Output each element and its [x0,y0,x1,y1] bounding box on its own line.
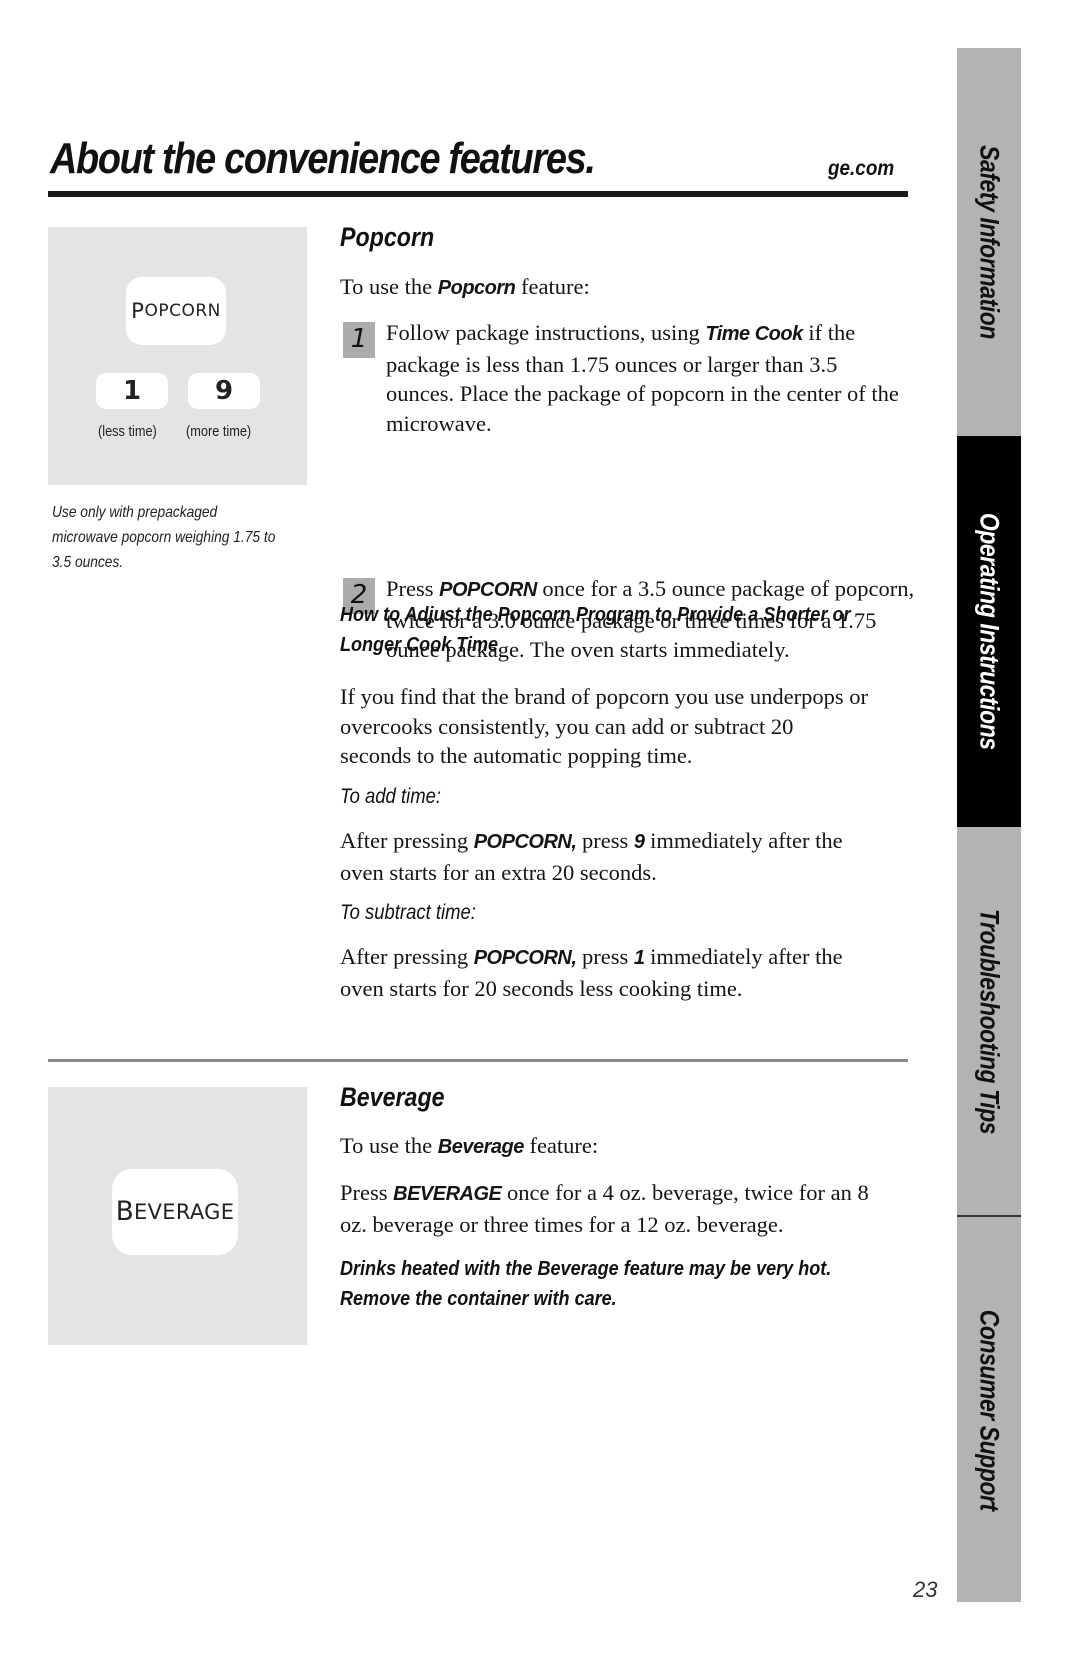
title-rule [48,191,908,197]
popcorn-control-panel: P OPCORN 1 9 (less time) (more time) [48,227,307,485]
adjust-heading: How to Adjust the Popcorn Program to Pro… [340,603,851,656]
time-cook-keyword: Time Cook [705,323,803,345]
intro-text: To use the [340,1133,438,1158]
popcorn-note: Use only with prepackaged microwave popc… [52,504,276,571]
text: After pressing [340,828,474,853]
intro-text-end: feature: [523,1133,599,1158]
beverage-keyword: BEVERAGE [393,1183,502,1205]
subtract-time-text: After pressing POPCORN, press 1 immediat… [340,942,870,1003]
beverage-key-rest: EVERAGE [134,1200,235,1224]
key-1-keyword: 1 [633,947,645,969]
tab-troubleshooting-tips[interactable]: Troubleshooting Tips [957,827,1021,1215]
key-9-keyword: 9 [633,831,645,853]
popcorn-keyword: POPCORN [439,579,537,601]
popcorn-keyword: POPCORN, [473,831,577,853]
page-title: About the convenience features. [50,134,596,183]
intro-text: To use the [340,274,438,299]
subtract-time-label-wrap: To subtract time: [340,901,900,925]
beverage-key: B EVERAGE [112,1169,238,1255]
tab-label: Consumer Support [974,1309,1005,1512]
intro-text-end: feature: [515,274,590,299]
popcorn-keyword: POPCORN, [473,947,577,969]
subtract-time-label: To subtract time: [340,901,476,924]
beverage-instruction: Press BEVERAGE once for a 4 oz. beverage… [340,1178,880,1239]
section-divider [48,1059,908,1062]
add-time-label-wrap: To add time: [340,785,900,809]
tab-operating-instructions[interactable]: Operating Instructions [957,436,1021,827]
tab-label: Safety Information [974,145,1005,339]
popcorn-step-1: 1 Follow package instructions, using Tim… [340,318,910,438]
beverage-heading: Beverage [340,1082,445,1112]
step-number-badge: 1 [343,322,375,358]
text: Press [340,1180,394,1205]
number-key-9: 9 [188,373,260,409]
text: press [576,828,634,853]
popcorn-section: Popcorn [340,222,900,253]
popcorn-keyword: Popcorn [437,277,516,299]
tab-label: Troubleshooting Tips [974,908,1005,1134]
tab-label: Operating Instructions [974,513,1005,750]
beverage-control-panel: B EVERAGE [48,1087,307,1345]
popcorn-heading: Popcorn [340,222,435,252]
section-tabs: Safety Information Operating Instruction… [957,48,1021,1602]
add-time-label: To add time: [340,785,442,808]
adjust-heading-wrap: How to Adjust the Popcorn Program to Pro… [340,600,900,660]
step-text: Press [386,576,440,601]
beverage-intro: To use the Beverage feature: [340,1131,900,1163]
add-time-text: After pressing POPCORN, press 9 immediat… [340,826,870,887]
number-key-1: 1 [96,373,168,409]
popcorn-key: P OPCORN [126,277,226,345]
page-number: 23 [913,1577,938,1602]
text: After pressing [340,944,474,969]
site-link[interactable]: ge.com [828,157,894,181]
beverage-section: Beverage [340,1082,900,1113]
tab-consumer-support[interactable]: Consumer Support [957,1215,1021,1604]
beverage-warning-wrap: Drinks heated with the Beverage feature … [340,1254,900,1314]
popcorn-key-rest: OPCORN [144,301,221,321]
popcorn-intro: To use the Popcorn feature: [340,272,900,304]
beverage-warning: Drinks heated with the Beverage feature … [340,1257,832,1310]
adjust-text: If you find that the brand of popcorn yo… [340,684,869,768]
tab-safety-information[interactable]: Safety Information [957,48,1021,436]
beverage-key-initial: B [115,1197,135,1227]
text: press [576,944,634,969]
less-time-caption: (less time) [98,423,157,440]
popcorn-key-initial: P [131,298,145,324]
beverage-keyword: Beverage [437,1136,525,1158]
step-text: Follow package instructions, using [386,320,706,345]
more-time-caption: (more time) [186,423,252,440]
